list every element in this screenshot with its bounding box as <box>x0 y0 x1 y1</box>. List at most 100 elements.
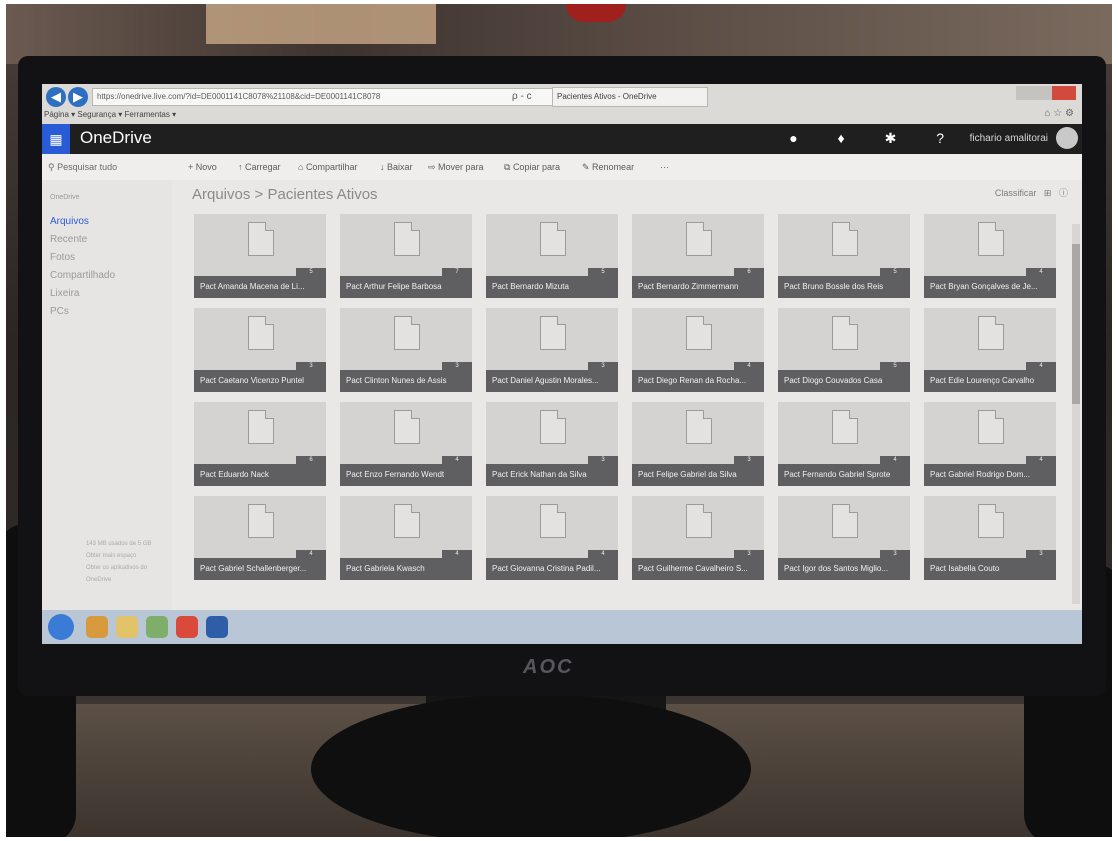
folder-tile[interactable]: 3 Pact Guilherme Cavalheiro S... <box>632 496 764 580</box>
folder-tile[interactable]: 4 Pact Gabriel Schallenberger... <box>194 496 326 580</box>
folder-tile[interactable]: 4 Pact Giovanna Cristina Padil... <box>486 496 618 580</box>
document-icon <box>394 316 420 350</box>
folder-tile[interactable]: 5 Pact Diogo Couvados Casa <box>778 308 910 392</box>
explorer-taskbar-icon[interactable] <box>116 616 138 638</box>
item-count-badge: 5 <box>296 268 326 276</box>
breadcrumb: Arquivos > Pacientes Ativos <box>192 186 378 203</box>
folder-name: Pact Caetano Vicenzo Puntel <box>194 370 326 392</box>
item-count-badge: 3 <box>880 550 910 558</box>
ie-taskbar-icon[interactable] <box>86 616 108 638</box>
folder-tile[interactable]: 4 Pact Edie Lourenço Carvalho <box>924 308 1056 392</box>
chrome-taskbar-icon[interactable] <box>176 616 198 638</box>
get-more-storage-link[interactable]: Obter mais espaço <box>86 550 172 562</box>
item-count-badge: 4 <box>442 456 472 464</box>
view-controls: Classificar ⊞ ⓘ <box>995 186 1068 199</box>
monitor-stand-base <box>311 694 751 837</box>
sidebar-item-fotos[interactable]: Fotos <box>50 252 75 263</box>
folder-grid: 5 Pact Amanda Macena de Li... 7 Pact Arthur… <box>194 214 1074 604</box>
scrollbar-thumb[interactable] <box>1072 244 1080 404</box>
upload-button[interactable]: ↑ Carregar <box>238 162 281 172</box>
ie-command-bar[interactable]: Página ▾ Segurança ▾ Ferramentas ▾ <box>44 108 176 122</box>
folder-tile[interactable]: 7 Pact Arthur Felipe Barbosa <box>340 214 472 298</box>
address-search-icon[interactable]: ρ - c <box>512 88 532 106</box>
folder-tile[interactable]: 5 Pact Bernardo Mizuta <box>486 214 618 298</box>
more-button[interactable]: ··· <box>660 162 669 172</box>
folder-tile[interactable]: 3 Pact Erick Nathan da Silva <box>486 402 618 486</box>
app-launcher-icon[interactable]: ▦ <box>42 124 70 154</box>
item-count-badge: 6 <box>296 456 326 464</box>
forward-button[interactable]: ▶ <box>68 87 88 107</box>
folder-tile[interactable]: 3 Pact Felipe Gabriel da Silva <box>632 402 764 486</box>
taskbar <box>42 610 1082 644</box>
folder-name: Pact Gabriela Kwasch <box>340 558 472 580</box>
download-button[interactable]: ↓ Baixar <box>380 162 413 172</box>
home-star-gear-icons[interactable]: ⌂ ☆ ⚙ <box>1044 108 1074 119</box>
move-button[interactable]: ⇨ Mover para <box>428 162 484 173</box>
get-apps-link[interactable]: Obter os aplicativos do OneDrive <box>86 562 172 586</box>
info-icon[interactable]: ⓘ <box>1059 188 1068 198</box>
document-icon <box>248 222 274 256</box>
folder-tile[interactable]: 4 Pact Gabriel Rodrigo Dom... <box>924 402 1056 486</box>
media-taskbar-icon[interactable] <box>146 616 168 638</box>
copy-button[interactable]: ⧉ Copiar para <box>504 162 560 173</box>
folder-name: Pact Diego Renan da Rocha... <box>632 370 764 392</box>
folder-tile[interactable]: 4 Pact Gabriela Kwasch <box>340 496 472 580</box>
folder-tile[interactable]: 6 Pact Eduardo Nack <box>194 402 326 486</box>
grid-view-icon[interactable]: ⊞ <box>1039 188 1057 198</box>
folder-tile[interactable]: 3 Pact Daniel Agustin Morales... <box>486 308 618 392</box>
folder-tile[interactable]: 3 Pact Clinton Nunes de Assis <box>340 308 472 392</box>
word-taskbar-icon[interactable] <box>206 616 228 638</box>
item-count-badge: 4 <box>1026 362 1056 370</box>
document-icon <box>394 222 420 256</box>
start-button[interactable] <box>48 614 74 640</box>
storage-usage: 143 MB usados de 5 GB <box>86 541 152 547</box>
sidebar-item-pcs[interactable]: PCs <box>50 306 69 317</box>
breadcrumb-separator: > <box>254 186 264 203</box>
folder-tile[interactable]: 5 Pact Bruno Bossle dos Reis <box>778 214 910 298</box>
sidebar-item-compartilhado[interactable]: Compartilhado <box>50 270 115 281</box>
item-count-badge: 3 <box>588 456 618 464</box>
folder-tile[interactable]: 4 Pact Enzo Fernando Wendt <box>340 402 472 486</box>
screen: ◀ ▶ https://onedrive.live.com/?id=DE0001… <box>42 84 1082 644</box>
folder-tile[interactable]: 5 Pact Amanda Macena de Li... <box>194 214 326 298</box>
folder-name: Pact Gabriel Rodrigo Dom... <box>924 464 1056 486</box>
app-brand[interactable]: OneDrive <box>80 128 152 148</box>
avatar[interactable] <box>1056 127 1078 149</box>
document-icon <box>248 410 274 444</box>
sort-button[interactable]: Classificar <box>995 188 1037 198</box>
sidebar-heading: OneDrive <box>50 194 80 201</box>
back-button[interactable]: ◀ <box>46 87 66 107</box>
document-icon <box>978 222 1004 256</box>
folder-tile[interactable]: 3 Pact Igor dos Santos Miglio... <box>778 496 910 580</box>
item-count-badge: 3 <box>734 456 764 464</box>
new-button[interactable]: + Novo <box>188 162 217 172</box>
item-count-badge: 4 <box>880 456 910 464</box>
folder-tile[interactable]: 3 Pact Caetano Vicenzo Puntel <box>194 308 326 392</box>
share-button[interactable]: ⌂ Compartilhar <box>298 162 357 172</box>
folder-name: Pact Guilherme Cavalheiro S... <box>632 558 764 580</box>
folder-tile[interactable]: 4 Pact Fernando Gabriel Sprote <box>778 402 910 486</box>
document-icon <box>832 410 858 444</box>
folder-tile[interactable]: 6 Pact Bernardo Zimmermann <box>632 214 764 298</box>
document-icon <box>832 222 858 256</box>
sidebar-item-recente[interactable]: Recente <box>50 234 87 245</box>
folder-name: Pact Clinton Nunes de Assis <box>340 370 472 392</box>
address-bar[interactable]: https://onedrive.live.com/?id=DE0001141C… <box>92 88 553 106</box>
folder-name: Pact Bruno Bossle dos Reis <box>778 276 910 298</box>
folder-name: Pact Daniel Agustin Morales... <box>486 370 618 392</box>
app-header: ▦ OneDrive ● ♦ ✱ ? fichario amalitorai <box>42 124 1082 154</box>
sidebar-item-lixeira[interactable]: Lixeira <box>50 288 79 299</box>
breadcrumb-root[interactable]: Arquivos <box>192 186 250 203</box>
folder-tile[interactable]: 4 Pact Diego Renan da Rocha... <box>632 308 764 392</box>
window-controls[interactable] <box>1016 86 1076 100</box>
rename-button[interactable]: ✎ Renomear <box>582 162 634 173</box>
folder-tile[interactable]: 3 Pact Isabella Couto <box>924 496 1056 580</box>
search-input[interactable]: ⚲ Pesquisar tudo <box>48 162 117 173</box>
header-icons[interactable]: ● ♦ ✱ ? <box>789 130 962 147</box>
user-name[interactable]: fichario amalitorai <box>970 133 1048 144</box>
document-icon <box>978 504 1004 538</box>
item-count-badge: 7 <box>442 268 472 276</box>
browser-tab[interactable]: Pacientes Ativos - OneDrive <box>552 87 708 107</box>
folder-tile[interactable]: 4 Pact Bryan Gonçalves de Je... <box>924 214 1056 298</box>
sidebar-item-arquivos[interactable]: Arquivos <box>50 216 89 227</box>
